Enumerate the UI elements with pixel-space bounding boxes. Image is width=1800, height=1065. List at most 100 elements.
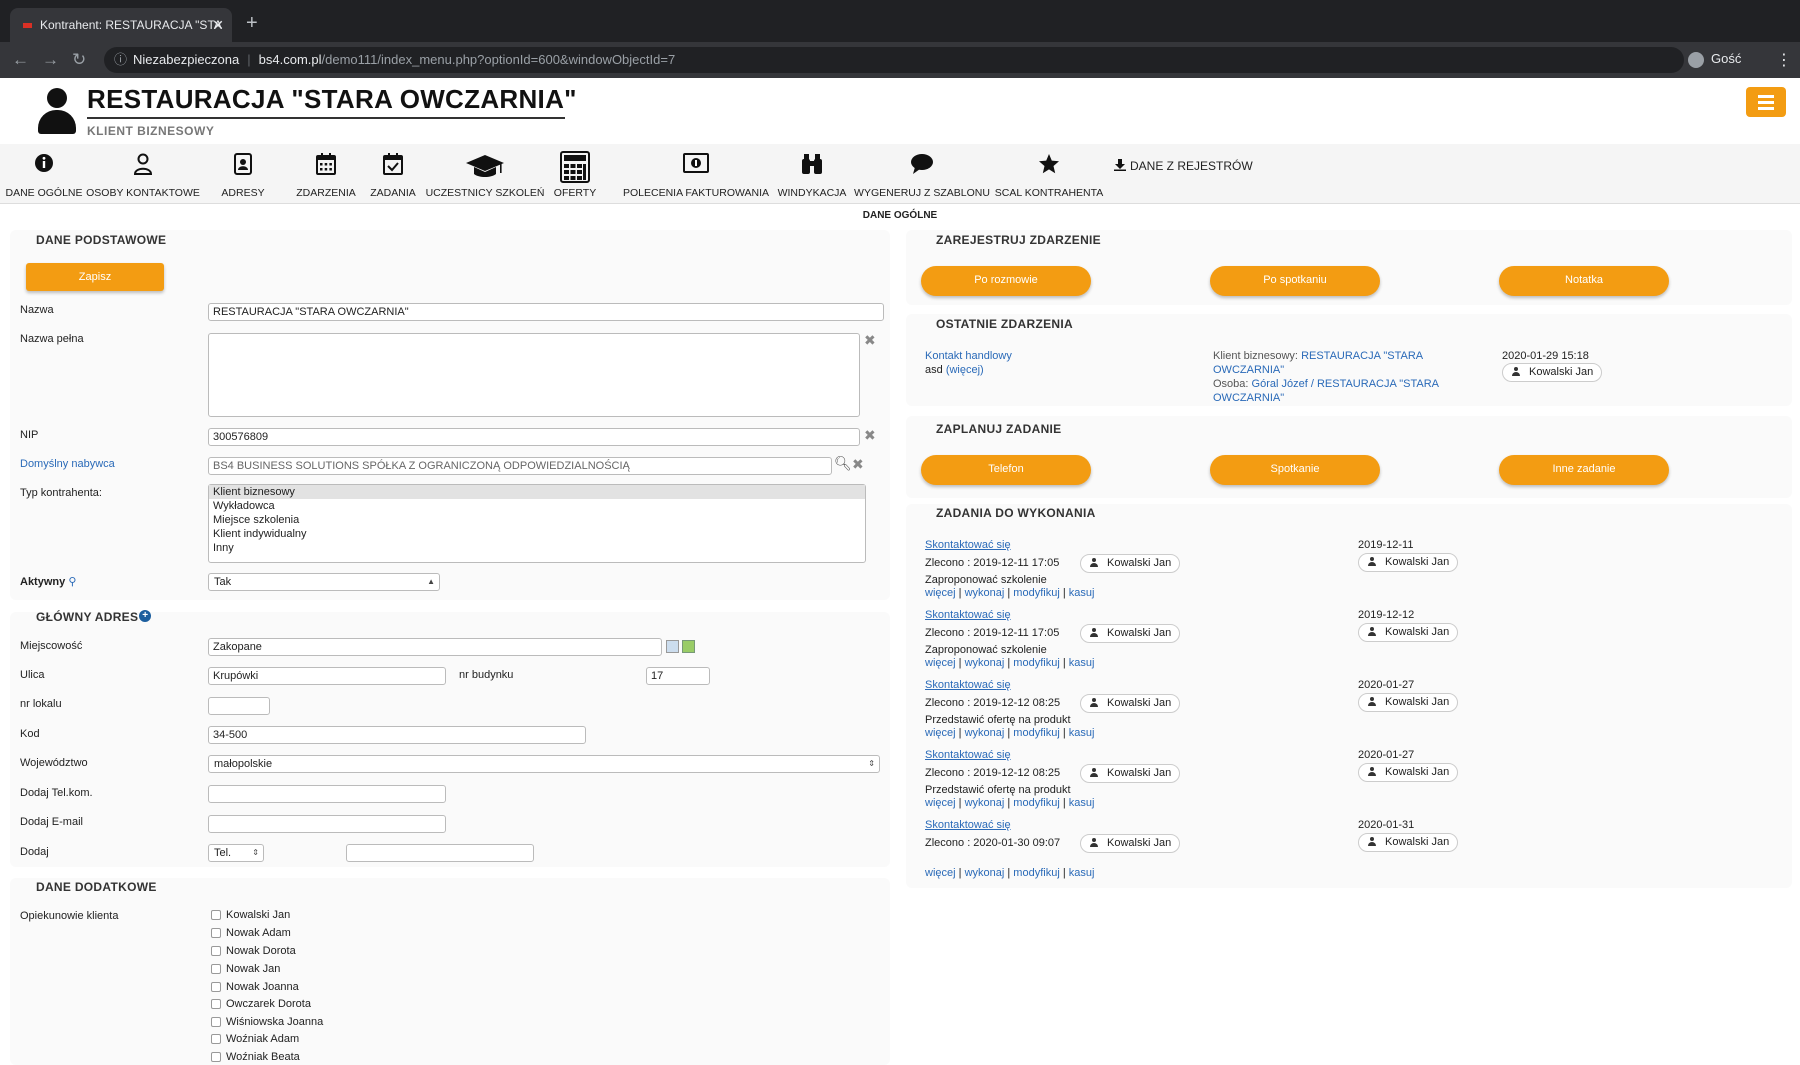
event-more-link[interactable]: (więcej) [946,364,984,376]
event-person-link[interactable]: Góral Józef / RESTAURACJA "STARA [1252,378,1440,390]
email-input[interactable] [208,815,446,833]
event-type-link[interactable]: Kontakt handlowy [925,350,1012,362]
guardian-checkbox[interactable]: Nowak Adam [211,926,291,942]
task-more-link[interactable]: więcej [925,867,956,879]
map-icon[interactable] [666,640,679,653]
after-meeting-button[interactable]: Po spotkaniu [1210,266,1380,296]
task-user-badge[interactable]: Kowalski Jan [1080,554,1181,573]
tool-polecenia-fakturowania[interactable]: POLECENIA FAKTUROWANIA [622,144,770,204]
task-modify-link[interactable]: modyfikuj [1013,657,1059,669]
tool-dane-ogolne[interactable]: DANE OGÓLNE [0,144,88,204]
client-type-option[interactable]: Klient biznesowy [209,485,865,499]
close-tab-icon[interactable]: ✕ [212,8,224,42]
default-buyer-label[interactable]: Domyślny nabywca [20,458,115,470]
fullname-textarea[interactable] [208,333,860,417]
building-input[interactable]: 17 [646,667,710,685]
task-more-link[interactable]: więcej [925,727,956,739]
default-buyer-input[interactable]: BS4 BUSINESS SOLUTIONS SPÓŁKA Z OGRANICZ… [208,457,832,475]
add-contact-input[interactable] [346,844,534,862]
tool-oferty[interactable]: OFERTY [548,144,602,204]
task-assignee-badge[interactable]: Kowalski Jan [1358,553,1459,572]
client-type-option[interactable]: Miejsce szkolenia [209,513,865,527]
name-input[interactable]: RESTAURACJA "STARA OWCZARNIA" [208,303,884,321]
guardian-checkbox[interactable]: Nowak Jan [211,962,280,978]
client-type-option[interactable]: Klient indywidualny [209,527,865,541]
tool-zdarzenia[interactable]: ZDARZENIA [288,144,364,204]
event-user-badge[interactable]: Kowalski Jan [1502,363,1603,382]
task-assignee-badge[interactable]: Kowalski Jan [1358,623,1459,642]
guardian-checkbox[interactable]: Nowak Joanna [211,980,299,996]
task-modify-link[interactable]: modyfikuj [1013,797,1059,809]
guardian-checkbox[interactable]: Woźniak Adam [211,1032,299,1048]
client-type-option[interactable]: Inny [209,541,865,555]
back-icon[interactable]: ← [12,49,29,71]
postal-lookup-icon[interactable] [682,640,695,653]
task-do-link[interactable]: wykonaj [965,587,1005,599]
browser-menu-icon[interactable]: ⋮ [1776,50,1792,70]
task-do-link[interactable]: wykonaj [965,657,1005,669]
mobile-phone-input[interactable] [208,785,446,803]
task-user-badge[interactable]: Kowalski Jan [1080,834,1181,853]
tool-osoby-kontaktowe[interactable]: OSOBY KONTAKTOWE [86,144,200,204]
city-input[interactable]: Zakopane [208,638,662,656]
task-assignee-badge[interactable]: Kowalski Jan [1358,833,1459,852]
task-title-link[interactable]: Skontaktować się [925,679,1011,691]
event-person-link-cont[interactable]: OWCZARNIA" [1213,392,1284,404]
event-client-link[interactable]: RESTAURACJA "STARA [1301,350,1423,362]
save-button[interactable]: Zapisz [26,263,164,291]
search-icon[interactable]: 🔍︎ [834,455,852,472]
street-input[interactable]: Krupówki [208,667,446,685]
postal-code-input[interactable]: 34-500 [208,726,586,744]
task-assignee-badge[interactable]: Kowalski Jan [1358,763,1459,782]
registry-data-button[interactable]: DANE Z REJESTRÓW [1114,159,1253,173]
task-delete-link[interactable]: kasuj [1069,797,1095,809]
clear-fullname-icon[interactable]: ✖ [864,332,876,349]
tool-uczestnicy-szkolen[interactable]: UCZESTNICY SZKOLEŃ [422,144,548,204]
task-more-link[interactable]: więcej [925,657,956,669]
tool-scal-kontrahenta[interactable]: SCAL KONTRAHENTA [990,144,1108,204]
task-delete-link[interactable]: kasuj [1069,657,1095,669]
hamburger-menu-button[interactable] [1746,87,1786,117]
active-select[interactable]: Tak ▲ [208,573,440,591]
task-assignee-badge[interactable]: Kowalski Jan [1358,693,1459,712]
browser-tab[interactable]: Kontrahent: RESTAURACJA "STA ✕ [10,8,232,42]
task-modify-link[interactable]: modyfikuj [1013,587,1059,599]
event-client-link-cont[interactable]: OWCZARNIA" [1213,364,1284,376]
help-icon[interactable]: ⚲ [68,576,76,588]
task-user-badge[interactable]: Kowalski Jan [1080,694,1181,713]
task-modify-link[interactable]: modyfikuj [1013,867,1059,879]
task-title-link[interactable]: Skontaktować się [925,609,1011,621]
guardian-checkbox[interactable]: Nowak Dorota [211,944,296,960]
clear-nip-icon[interactable]: ✖ [864,427,876,444]
task-more-link[interactable]: więcej [925,587,956,599]
task-user-badge[interactable]: Kowalski Jan [1080,764,1181,783]
tool-windykacja[interactable]: WINDYKACJA [770,144,854,204]
task-do-link[interactable]: wykonaj [965,867,1005,879]
local-input[interactable] [208,697,270,715]
reload-icon[interactable]: ↻ [72,49,86,71]
guardian-checkbox[interactable]: Kowalski Jan [211,908,290,924]
profile-button[interactable]: Gość [1688,51,1741,68]
task-do-link[interactable]: wykonaj [965,797,1005,809]
tool-zadania[interactable]: ZADANIA [364,144,422,204]
guardian-checkbox[interactable]: Wiśniowska Joanna [211,1015,323,1031]
tool-wygeneruj-z-szablonu[interactable]: WYGENERUJ Z SZABLONU [854,144,990,204]
task-user-badge[interactable]: Kowalski Jan [1080,624,1181,643]
guardian-checkbox[interactable]: Owczarek Dorota [211,997,311,1013]
task-delete-link[interactable]: kasuj [1069,587,1095,599]
task-delete-link[interactable]: kasuj [1069,727,1095,739]
note-button[interactable]: Notatka [1499,266,1669,296]
guardian-checkbox[interactable]: Woźniak Beata [211,1050,300,1065]
task-modify-link[interactable]: modyfikuj [1013,727,1059,739]
task-title-link[interactable]: Skontaktować się [925,819,1011,831]
forward-icon[interactable]: → [42,49,59,71]
new-tab-icon[interactable]: + [246,12,258,34]
meeting-task-button[interactable]: Spotkanie [1210,455,1380,485]
after-call-button[interactable]: Po rozmowie [921,266,1091,296]
task-title-link[interactable]: Skontaktować się [925,539,1011,551]
tool-adresy[interactable]: ADRESY [198,144,288,204]
nip-input[interactable]: 300576809 [208,428,860,446]
other-task-button[interactable]: Inne zadanie [1499,455,1669,485]
client-type-option[interactable]: Wykładowca [209,499,865,513]
info-icon[interactable]: ⓘ [114,52,127,67]
